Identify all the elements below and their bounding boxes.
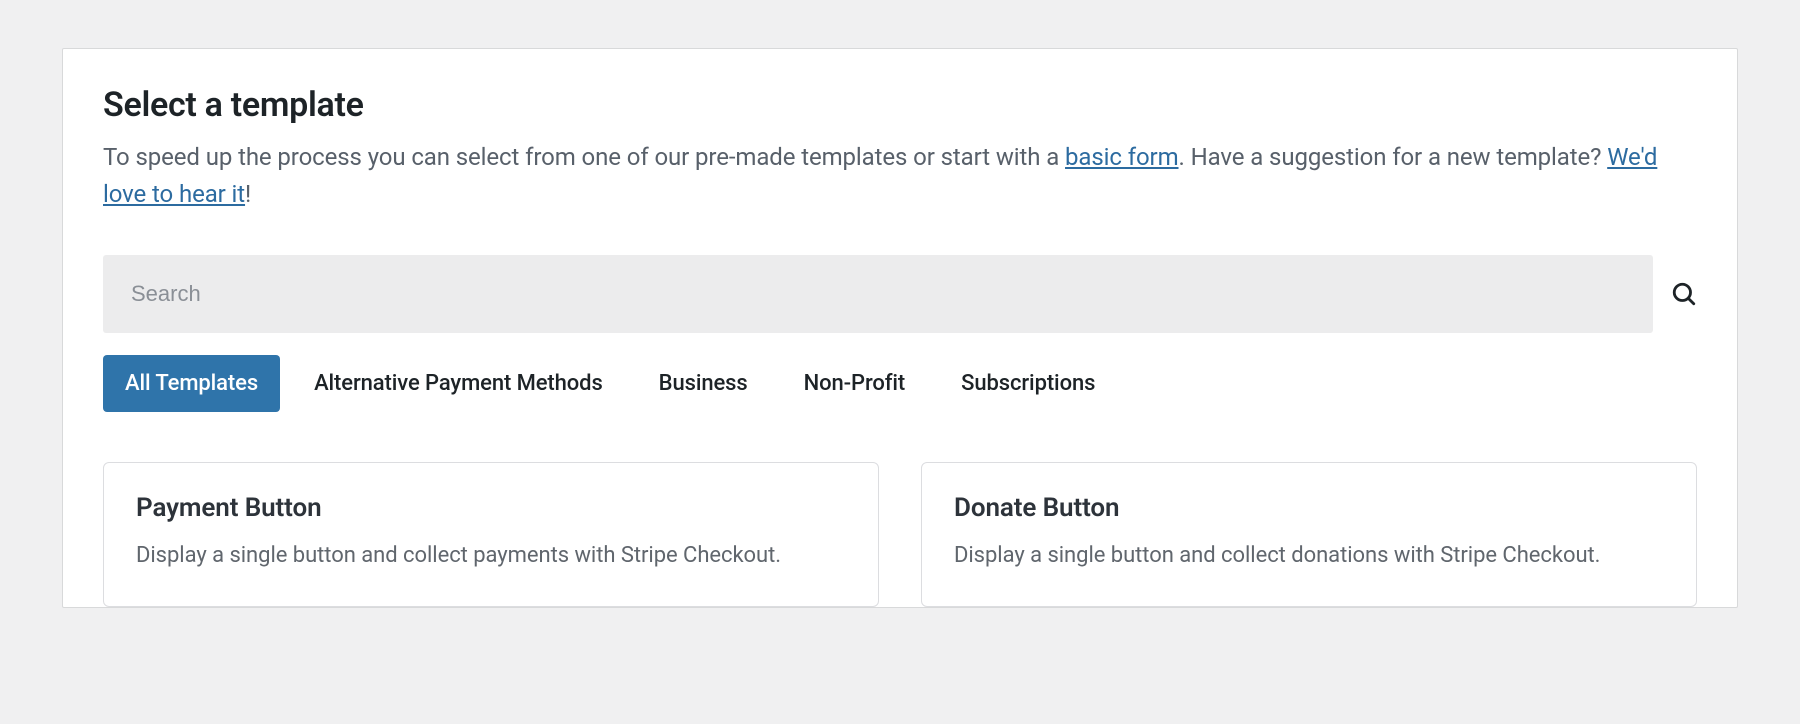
card-description: Display a single button and collect dona… [954, 539, 1664, 572]
tab-all-templates[interactable]: All Templates [103, 355, 280, 412]
tab-alternative-payment-methods[interactable]: Alternative Payment Methods [292, 355, 625, 412]
subtitle-text-1: To speed up the process you can select f… [103, 143, 1065, 171]
card-title: Donate Button [954, 493, 1664, 523]
tab-business[interactable]: Business [637, 355, 770, 412]
search-row [103, 255, 1697, 333]
tab-subscriptions[interactable]: Subscriptions [939, 355, 1117, 412]
template-card-payment-button[interactable]: Payment Button Display a single button a… [103, 462, 879, 607]
category-tabs: All Templates Alternative Payment Method… [103, 355, 1697, 412]
subtitle-text-2: . Have a suggestion for a new template? [1179, 143, 1608, 171]
subtitle-text-3: ! [245, 180, 251, 208]
template-cards: Payment Button Display a single button a… [103, 462, 1697, 607]
page-title: Select a template [103, 85, 1697, 125]
card-description: Display a single button and collect paym… [136, 539, 846, 572]
card-title: Payment Button [136, 493, 846, 523]
tab-non-profit[interactable]: Non-Profit [782, 355, 928, 412]
template-card-donate-button[interactable]: Donate Button Display a single button an… [921, 462, 1697, 607]
basic-form-link[interactable]: basic form [1065, 143, 1178, 171]
page-subtitle: To speed up the process you can select f… [103, 139, 1697, 213]
search-icon[interactable] [1671, 281, 1697, 307]
search-input[interactable] [103, 255, 1653, 333]
template-selection-panel: Select a template To speed up the proces… [62, 48, 1738, 608]
